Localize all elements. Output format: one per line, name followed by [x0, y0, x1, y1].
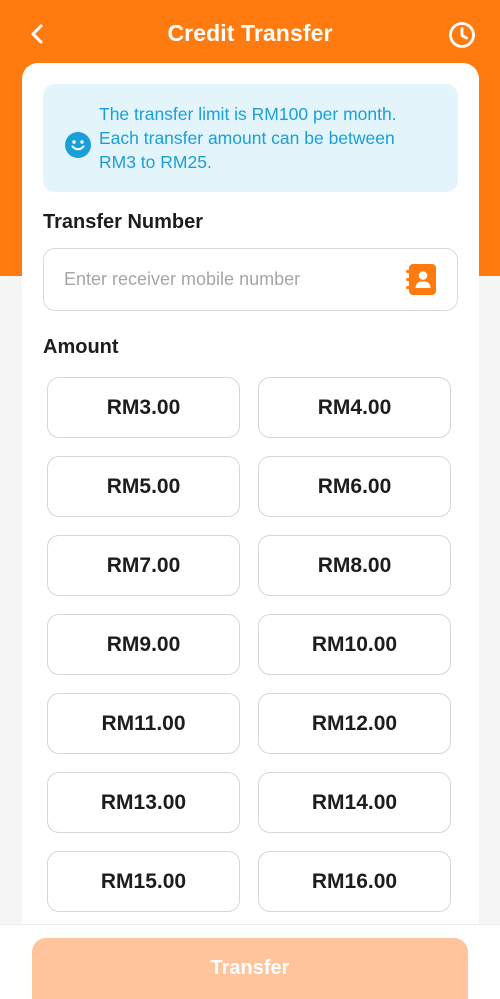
page-title: Credit Transfer — [167, 20, 333, 46]
receiver-number-field — [43, 248, 458, 311]
transfer-number-label: Transfer Number — [43, 211, 204, 233]
receiver-number-input[interactable] — [64, 249, 394, 310]
top-bar: Credit Transfer — [0, 0, 500, 70]
notice-text: The transfer limit is RM100 per month. E… — [99, 102, 444, 174]
transfer-limit-notice: The transfer limit is RM100 per month. E… — [43, 84, 458, 192]
amount-label: Amount — [43, 336, 119, 358]
amount-option[interactable]: RM9.00 — [47, 614, 240, 675]
amount-option[interactable]: RM4.00 — [258, 377, 451, 438]
amount-option[interactable]: RM12.00 — [258, 693, 451, 754]
notice-line: RM3 to RM25. — [99, 152, 212, 172]
amount-option[interactable]: RM13.00 — [47, 772, 240, 833]
contact-picker-button[interactable] — [405, 263, 438, 296]
amount-option[interactable]: RM8.00 — [258, 535, 451, 596]
history-button[interactable] — [445, 18, 479, 52]
footer-bar: Transfer — [0, 924, 500, 999]
contact-book-icon — [406, 264, 436, 295]
clock-icon — [449, 22, 475, 48]
amount-option[interactable]: RM15.00 — [47, 851, 240, 912]
amount-option[interactable]: RM11.00 — [47, 693, 240, 754]
amount-option[interactable]: RM7.00 — [47, 535, 240, 596]
transfer-card: The transfer limit is RM100 per month. E… — [22, 63, 479, 998]
smiley-icon — [65, 132, 91, 158]
amount-option[interactable]: RM5.00 — [47, 456, 240, 517]
amount-option[interactable]: RM3.00 — [47, 377, 240, 438]
amount-option[interactable]: RM10.00 — [258, 614, 451, 675]
amount-option[interactable]: RM14.00 — [258, 772, 451, 833]
amount-option[interactable]: RM16.00 — [258, 851, 451, 912]
notice-line: Each transfer amount can be between — [99, 128, 395, 148]
amount-option[interactable]: RM6.00 — [258, 456, 451, 517]
notice-line: The transfer limit is RM100 per month. — [99, 104, 397, 124]
transfer-button[interactable]: Transfer — [32, 938, 468, 999]
